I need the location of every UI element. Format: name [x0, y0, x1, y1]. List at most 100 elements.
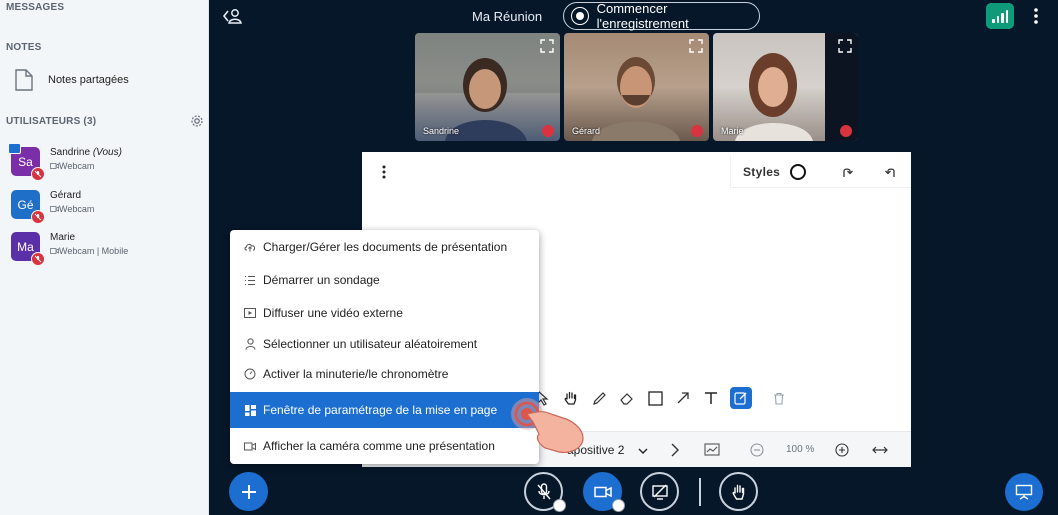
user-status: Webcam — [50, 161, 122, 171]
video-tile-marie[interactable]: Marie — [713, 33, 858, 141]
whiteboard-menu-icon[interactable] — [380, 164, 388, 180]
video-name-label: Marie — [721, 126, 744, 136]
muted-mic-icon — [31, 210, 45, 224]
user-icon — [244, 338, 256, 350]
connection-status-button[interactable] — [986, 3, 1014, 29]
camera-button[interactable] — [583, 472, 625, 512]
muted-mic-icon — [536, 482, 551, 499]
zoom-in-icon[interactable] — [835, 443, 849, 457]
menu-item-camera-as-content[interactable]: Afficher la caméra comme une présentatio… — [230, 429, 539, 463]
unmute-microphone-button[interactable] — [524, 472, 566, 512]
presentation-icon — [1015, 484, 1033, 500]
shared-notes-item[interactable]: Notes partagées — [14, 68, 129, 92]
actions-plus-button[interactable] — [229, 472, 268, 511]
fullscreen-icon[interactable] — [838, 39, 852, 53]
zoom-level: 100 % — [786, 444, 815, 455]
menu-item-random-user[interactable]: Sélectionner un utilisateur aléatoiremen… — [230, 327, 539, 361]
record-icon — [571, 7, 589, 25]
user-name: Marie — [50, 232, 76, 243]
audio-settings-toggle[interactable] — [553, 499, 566, 512]
user-name: Gérard — [50, 190, 82, 201]
menu-item-layout-settings[interactable]: Fenêtre de paramétrage de la mise en pag… — [230, 392, 539, 428]
screen-share-button[interactable] — [640, 472, 679, 511]
actions-menu: Charger/Gérer les documents de présentat… — [230, 230, 539, 464]
user-list-item-marie[interactable]: Ma Marie Webcam | Mobile — [11, 232, 128, 266]
camera-icon — [244, 440, 256, 452]
camera-icon — [593, 486, 612, 497]
redo-icon[interactable] — [840, 165, 854, 179]
chevron-down-icon[interactable] — [638, 447, 648, 455]
avatar-initials: Sa — [18, 154, 33, 169]
cloud-upload-icon — [244, 241, 256, 253]
menu-item-external-video[interactable]: Diffuser une vidéo externe — [230, 296, 539, 330]
text-tool[interactable] — [702, 389, 720, 407]
more-options-icon[interactable] — [1030, 7, 1042, 25]
messages-section-title[interactable]: MESSAGES — [6, 2, 64, 13]
whiteboard-top-bar: Styles — [362, 152, 911, 192]
list-icon — [244, 274, 256, 286]
avatar: Gé — [11, 190, 45, 224]
arrow-tool[interactable] — [674, 389, 692, 407]
chart-icon[interactable] — [704, 443, 720, 456]
user-list-item-gerard[interactable]: Gé Gérard Webcam — [11, 190, 94, 224]
notes-section-title: NOTES — [6, 42, 42, 53]
video-settings-toggle[interactable] — [612, 499, 625, 512]
menu-item-start-poll[interactable]: Démarrer un sondage — [230, 263, 539, 297]
presentation-toggle-button[interactable] — [1005, 473, 1043, 511]
note-tool[interactable] — [730, 387, 752, 409]
video-name-label: Sandrine — [423, 126, 460, 136]
video-tile-sandrine[interactable]: Sandrine — [415, 33, 560, 141]
webcam-icon — [50, 248, 59, 254]
user-list-item-sandrine[interactable]: Sa Sandrine (Vous) Webcam — [8, 143, 122, 181]
shared-notes-label: Notes partagées — [48, 74, 129, 86]
avatar-initials: Ma — [17, 239, 34, 254]
styles-panel: Styles — [730, 156, 911, 188]
presenter-icon — [8, 143, 21, 154]
user-name: Sandrine (Vous) — [50, 147, 122, 158]
plus-icon — [241, 484, 256, 499]
trash-icon — [774, 392, 784, 405]
video-tile-gerard[interactable]: Gérard — [564, 33, 709, 141]
muted-mic-icon — [31, 167, 45, 181]
undo-icon[interactable] — [884, 165, 898, 179]
you-tag: (Vous) — [92, 147, 122, 158]
muted-mic-icon — [31, 252, 45, 266]
hide-panel-icon[interactable] — [222, 6, 244, 26]
screen-share-off-icon — [651, 484, 668, 500]
menu-item-upload-documents[interactable]: Charger/Gérer les documents de présentat… — [230, 230, 539, 264]
signal-bar-icon — [992, 19, 995, 23]
fit-width-icon[interactable] — [872, 445, 888, 455]
raise-hand-button[interactable] — [719, 472, 758, 511]
edit-note-icon — [734, 392, 747, 405]
text-icon — [705, 392, 717, 404]
user-status: Webcam | Mobile — [50, 246, 128, 256]
delete-tool[interactable] — [770, 389, 788, 407]
stroke-style-icon[interactable] — [790, 163, 807, 180]
document-icon — [15, 69, 33, 91]
sidebar: MESSAGES NOTES Notes partagées UTILISATE… — [0, 0, 209, 515]
webcam-icon — [50, 206, 59, 212]
muted-mic-icon — [542, 125, 554, 137]
fullscreen-icon[interactable] — [540, 39, 554, 53]
muted-mic-icon — [691, 125, 703, 137]
signal-bar-icon — [1001, 13, 1004, 23]
zoom-out-icon[interactable] — [750, 443, 764, 457]
start-recording-button[interactable]: Commencer l'enregistrement — [563, 1, 760, 31]
meeting-title: Ma Réunion — [472, 9, 543, 24]
muted-mic-icon — [840, 125, 852, 137]
eraser-tool[interactable] — [618, 389, 636, 407]
video-external-icon — [244, 307, 256, 319]
video-name-label: Gérard — [572, 126, 601, 136]
toolbar-divider — [699, 478, 701, 506]
avatar: Ma — [11, 232, 45, 266]
fullscreen-icon[interactable] — [689, 39, 703, 53]
tap-cursor-icon — [511, 398, 584, 453]
rectangle-icon — [647, 390, 663, 406]
rectangle-tool[interactable] — [646, 389, 664, 407]
styles-label[interactable]: Styles — [743, 165, 780, 179]
participant-video — [415, 33, 560, 141]
timer-icon — [244, 368, 256, 380]
menu-item-timer[interactable]: Activer la minuterie/le chronomètre — [230, 357, 539, 391]
gear-icon[interactable] — [190, 114, 204, 128]
next-slide-icon[interactable] — [670, 443, 680, 457]
